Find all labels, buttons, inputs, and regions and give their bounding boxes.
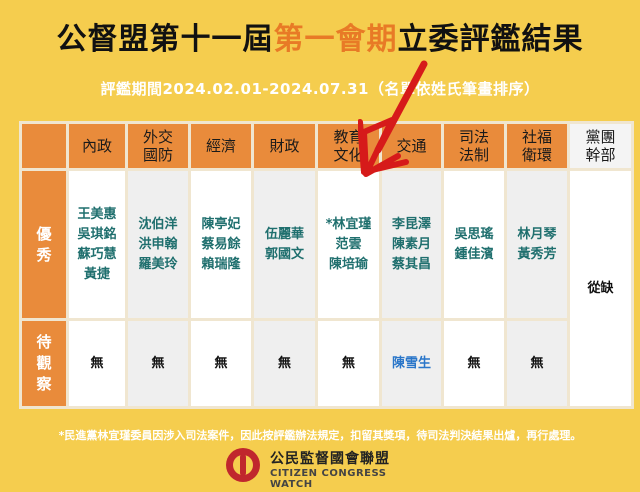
col-header-economy: 經濟: [188, 121, 254, 171]
excellent-finance: 伍麗華 郭國文: [251, 168, 318, 321]
row-header-watch: 待 觀 察: [19, 318, 69, 409]
logo-chinese-name: 公民監督國會聯盟: [270, 451, 390, 467]
evaluation-period: 評鑑期間2024.02.01-2024.07.31（名單依姓氏筆畫排序）: [100, 80, 540, 98]
caucus-leaders-cell: 從缺: [567, 168, 634, 409]
excellent-judiciary: 吳思瑤 鍾佳濱: [441, 168, 507, 321]
col-header-foreign-defense: 外交 國防: [125, 121, 191, 171]
title-highlight: 第一會期: [273, 22, 398, 57]
corner-cell: [19, 121, 69, 171]
col-header-finance: 財政: [251, 121, 318, 171]
footnote: *民進黨林宜瑾委員因涉入司法案件，因此按評鑑辦法規定，扣留其獎項，待司法判決結果…: [58, 429, 582, 442]
watch-foreign-defense: 無: [125, 318, 191, 409]
col-header-welfare-health: 社福 衛環: [504, 121, 570, 171]
excellent-interior: 王美惠 吳琪銘 蘇巧慧 黃捷: [66, 168, 128, 321]
title-part2: 立委評鑑結果: [397, 22, 584, 57]
row-header-excellent: 優 秀: [19, 168, 69, 321]
watch-judiciary: 無: [441, 318, 507, 409]
results-table: 內政 外交 國防 經濟 財政 教育 文化 交通 司法 法制 社福 衛環 黨團 幹…: [19, 121, 634, 409]
excellent-foreign-defense: 沈伯洋 洪申翰 羅美玲: [125, 168, 191, 321]
col-header-interior: 內政: [66, 121, 128, 171]
title-part1: 公督盟第十一屆: [56, 22, 274, 57]
red-arrow-annotation: [358, 60, 428, 177]
logo-mark-icon: [226, 448, 260, 482]
excellent-welfare-health: 林月琴 黃秀芳: [504, 168, 570, 321]
citizen-congress-watch-logo: 公民監督國會聯盟 CITIZEN CONGRESS WATCH: [226, 446, 426, 490]
watch-education-culture: 無: [315, 318, 382, 409]
watch-welfare-health: 無: [504, 318, 570, 409]
col-header-judiciary: 司法 法制: [441, 121, 507, 171]
col-header-caucus-leaders: 黨團 幹部: [567, 121, 634, 171]
page-title: 公督盟第十一屆第一會期立委評鑑結果: [0, 14, 640, 58]
watch-interior: 無: [66, 318, 128, 409]
logo-english-name: CITIZEN CONGRESS WATCH: [270, 468, 387, 490]
watch-transport: 陳雪生: [379, 318, 444, 409]
watch-finance: 無: [251, 318, 318, 409]
watch-economy: 無: [188, 318, 254, 409]
excellent-economy: 陳亭妃 蔡易餘 賴瑞隆: [188, 168, 254, 321]
